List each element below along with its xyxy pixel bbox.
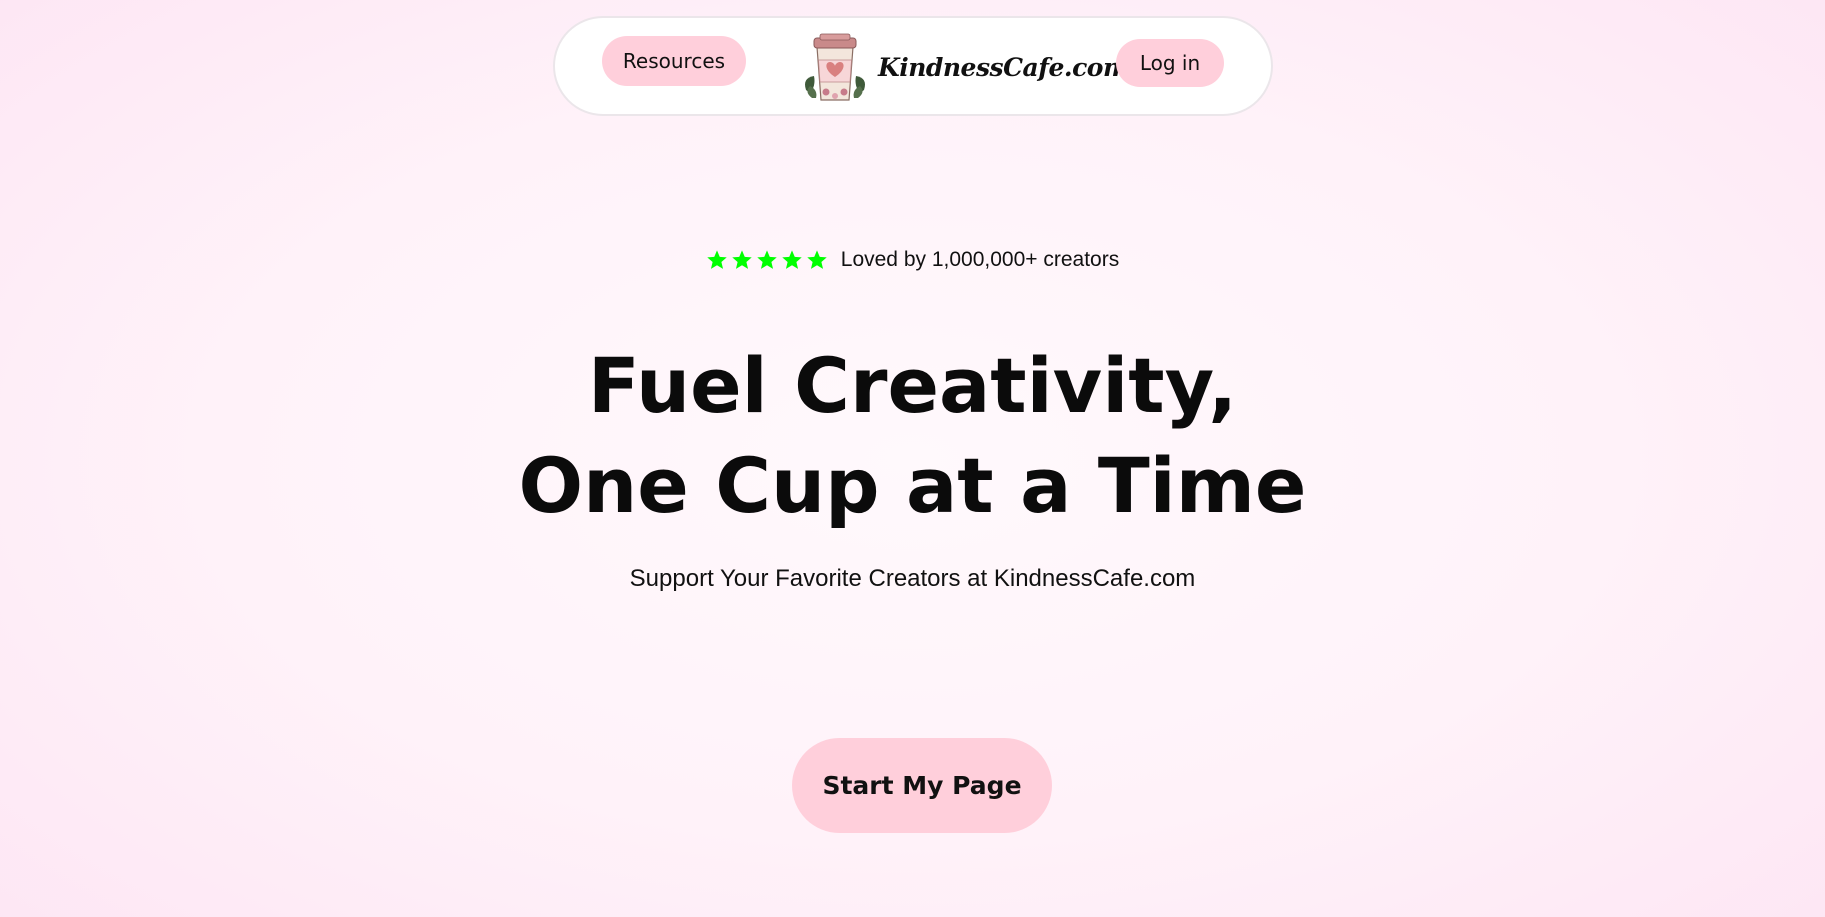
star-icon [782, 250, 802, 269]
rating-badge: Loved by 1,000,000+ creators [0, 248, 1825, 272]
star-icon [807, 250, 827, 269]
site-logo[interactable]: KindnessCafe.com [800, 28, 1129, 106]
star-icon [757, 250, 777, 269]
hero-title-line-1: Fuel Creativity, [587, 341, 1238, 430]
top-navbar: Resources KindnessCafe.com Log in [553, 16, 1273, 116]
logo-wordmark: KindnessCafe.com [878, 52, 1129, 82]
coffee-cup-heart-icon [805, 33, 865, 101]
start-my-page-button[interactable]: Start My Page [792, 738, 1052, 833]
star-icon [732, 250, 752, 269]
login-button[interactable]: Log in [1116, 39, 1224, 87]
resources-button[interactable]: Resources [602, 36, 746, 86]
star-rating [706, 249, 828, 271]
rating-text: Loved by 1,000,000+ creators [840, 248, 1120, 271]
hero-subtitle: Support Your Favorite Creators at Kindne… [629, 565, 1196, 592]
star-icon [707, 250, 727, 269]
hero-title-line-2: One Cup at a Time [518, 441, 1307, 530]
hero-title: Fuel Creativity, One Cup at a Time [0, 336, 1825, 536]
